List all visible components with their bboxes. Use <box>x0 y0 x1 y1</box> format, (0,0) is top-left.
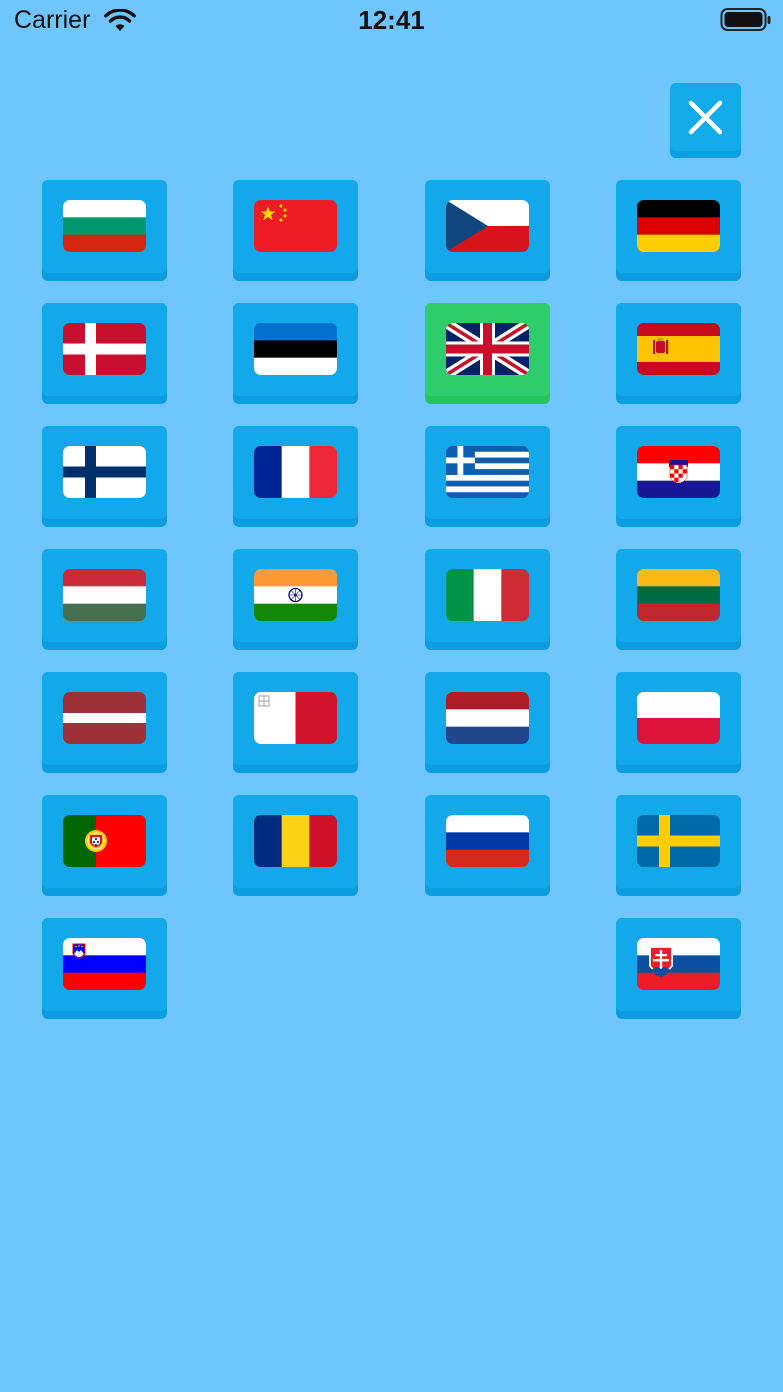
language-tile-lv[interactable] <box>42 672 167 773</box>
language-tile-face[interactable] <box>616 180 741 273</box>
language-tile-face[interactable] <box>42 180 167 273</box>
language-tile-face[interactable] <box>616 426 741 519</box>
language-tile-et[interactable] <box>233 303 358 404</box>
status-bar: Carrier 12:41 <box>0 0 783 44</box>
language-tile-face[interactable] <box>616 303 741 396</box>
language-tile-sl[interactable] <box>42 918 167 1019</box>
language-tile-face[interactable] <box>233 672 358 765</box>
language-tile-face[interactable] <box>616 795 741 888</box>
language-tile-de[interactable] <box>616 180 741 281</box>
spain-flag-icon <box>637 323 720 375</box>
language-tile-face[interactable] <box>425 180 550 273</box>
language-tile-sv[interactable] <box>616 795 741 896</box>
language-tile-face[interactable] <box>233 303 358 396</box>
lithuania-flag-icon <box>637 569 720 621</box>
croatia-flag-icon <box>637 446 720 498</box>
language-tile-face[interactable] <box>42 918 167 1011</box>
poland-flag-icon <box>637 692 720 744</box>
netherlands-flag-icon <box>446 692 529 744</box>
language-tile-hu[interactable] <box>42 549 167 650</box>
close-icon <box>688 100 723 135</box>
close-button-face[interactable] <box>670 83 741 151</box>
hungary-flag-icon <box>63 569 146 621</box>
language-tile-mt[interactable] <box>233 672 358 773</box>
language-tile-ru[interactable] <box>425 795 550 896</box>
language-tile-en[interactable] <box>425 303 550 404</box>
language-tile-face[interactable] <box>233 180 358 273</box>
language-tile-face[interactable] <box>425 426 550 519</box>
czech-flag-icon <box>446 200 529 252</box>
slovenia-flag-icon <box>63 938 146 990</box>
language-tile-face[interactable] <box>425 672 550 765</box>
language-tile-face[interactable] <box>233 426 358 519</box>
bulgaria-flag-icon <box>63 200 146 252</box>
language-tile-pl[interactable] <box>616 672 741 773</box>
language-tile-lt[interactable] <box>616 549 741 650</box>
sweden-flag-icon <box>637 815 720 867</box>
language-tile-face[interactable] <box>616 549 741 642</box>
latvia-flag-icon <box>63 692 146 744</box>
language-tile-sk[interactable] <box>616 918 741 1019</box>
language-tile-el[interactable] <box>425 426 550 527</box>
language-tile-it[interactable] <box>425 549 550 650</box>
language-tile-face[interactable] <box>616 918 741 1011</box>
status-time: 12:41 <box>358 5 425 35</box>
language-tile-face[interactable] <box>42 672 167 765</box>
denmark-flag-icon <box>63 323 146 375</box>
language-tile-nl[interactable] <box>425 672 550 773</box>
language-tile-face[interactable] <box>233 795 358 888</box>
language-tile-fr[interactable] <box>233 426 358 527</box>
language-tile-da[interactable] <box>42 303 167 404</box>
language-tile-face[interactable] <box>42 549 167 642</box>
estonia-flag-icon <box>254 323 337 375</box>
france-flag-icon <box>254 446 337 498</box>
language-tile-face[interactable] <box>42 426 167 519</box>
language-tile-face[interactable] <box>425 303 550 396</box>
slovakia-flag-icon <box>637 938 720 990</box>
china-flag-icon <box>254 200 337 252</box>
language-tile-ro[interactable] <box>233 795 358 896</box>
close-button[interactable] <box>670 83 741 158</box>
language-tile-hr[interactable] <box>616 426 741 527</box>
language-tile-es[interactable] <box>616 303 741 404</box>
language-tile-face[interactable] <box>425 795 550 888</box>
italy-flag-icon <box>446 569 529 621</box>
language-tile-bg[interactable] <box>42 180 167 281</box>
language-tile-cs[interactable] <box>425 180 550 281</box>
greece-flag-icon <box>446 446 529 498</box>
battery-icon <box>720 7 772 38</box>
russia-flag-icon <box>446 815 529 867</box>
language-tile-pt[interactable] <box>42 795 167 896</box>
language-tile-face[interactable] <box>233 549 358 642</box>
language-tile-face[interactable] <box>42 795 167 888</box>
united-kingdom-flag-icon <box>446 323 529 375</box>
india-flag-icon <box>254 569 337 621</box>
romania-flag-icon <box>254 815 337 867</box>
language-tile-face[interactable] <box>425 549 550 642</box>
language-tile-face[interactable] <box>42 303 167 396</box>
language-tile-fi[interactable] <box>42 426 167 527</box>
language-tile-zh[interactable] <box>233 180 358 281</box>
portugal-flag-icon <box>63 815 146 867</box>
germany-flag-icon <box>637 200 720 252</box>
finland-flag-icon <box>63 446 146 498</box>
language-tile-hi[interactable] <box>233 549 358 650</box>
malta-flag-icon <box>254 692 337 744</box>
language-tile-face[interactable] <box>616 672 741 765</box>
